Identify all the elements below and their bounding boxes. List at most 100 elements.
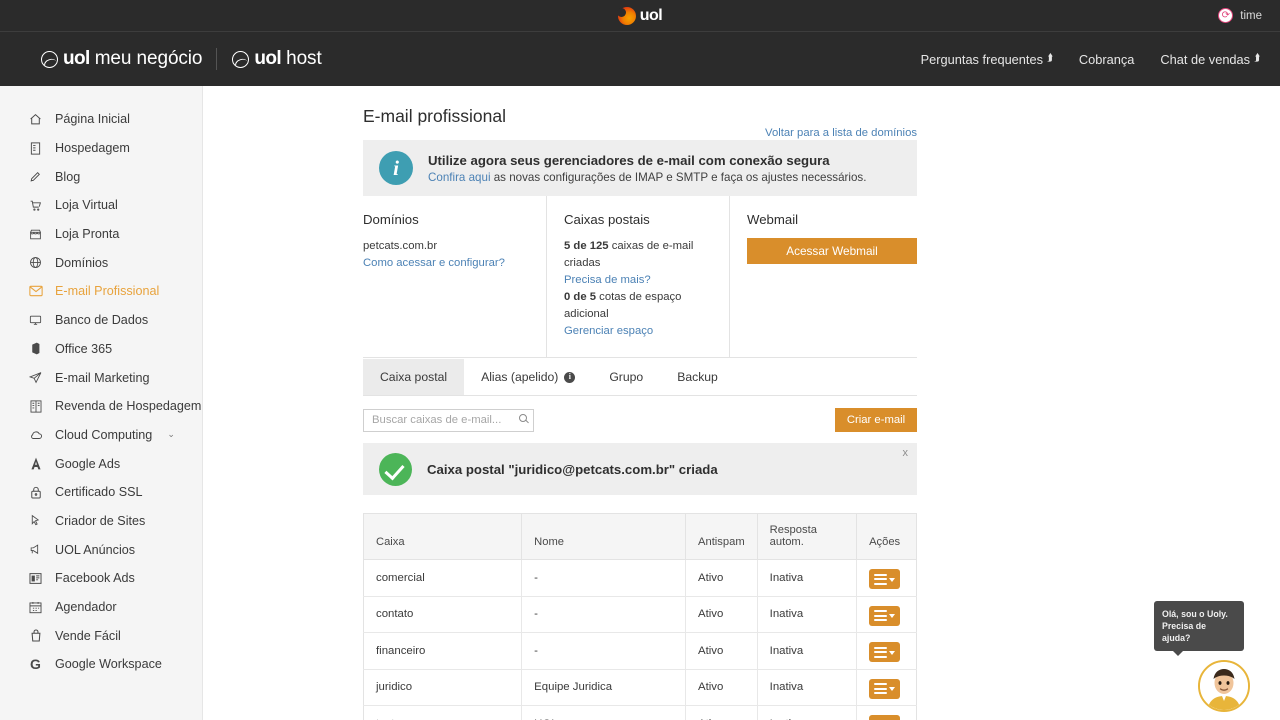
brand-uol-host[interactable]: uol host [216,48,335,70]
gerenciar-espaco-link[interactable]: Gerenciar espaço [564,323,729,340]
sidebar-item-email-profissional[interactable]: E-mail Profissional [0,277,202,306]
tab-grupo[interactable]: Grupo [592,359,660,395]
uol-globe-icon [41,50,58,68]
sidebar-item-facebook-ads[interactable]: Facebook Ads [0,564,202,593]
sidebar-item-google-ads[interactable]: Google Ads [0,449,202,478]
sidebar-item-agendador[interactable]: Agendador [0,593,202,622]
domain-name-value: petcats.com.br [363,240,438,252]
sidebar-item-uol-anuncios[interactable]: UOL Anúncios [0,535,202,564]
table-row[interactable]: financeiro - Ativo Inativa [363,632,917,670]
precisa-de-mais-link[interactable]: Precisa de mais? [564,272,729,289]
sidebar-item-label: Página Inicial [55,112,130,127]
info-banner-subtitle: Confira aqui as novas configurações de I… [428,171,866,184]
sidebar-item-revenda-de-hospedagem[interactable]: Revenda de Hospedagem [0,392,202,421]
tab-alias[interactable]: Alias (apelido) i [464,359,592,395]
criar-email-button[interactable]: Criar e-mail [835,408,917,432]
chevron-down-icon[interactable]: ⌄ [167,429,175,440]
sidebar-item-label: E-mail Profissional [55,284,160,299]
th-resposta-line1: Resposta [769,524,817,536]
sidebar-item-criador-de-sites[interactable]: Criador de Sites [0,507,202,536]
brand-uol-text: uol [254,48,282,69]
office-icon [28,342,43,355]
nav-link-cobranca[interactable]: Cobrança [1079,52,1135,67]
table-row[interactable]: juridico Equipe Juridica Ativo Inativa [363,669,917,706]
summary-mailboxes: Caixas postais 5 de 125 caixas de e-mail… [546,196,729,357]
sidebar-item-office-365[interactable]: Office 365 [0,335,202,364]
tab-caixa-postal[interactable]: Caixa postal [363,359,465,395]
sidebar-item-hospedagem[interactable]: Hospedagem [0,134,202,163]
nav-link-label: Cobrança [1078,52,1135,67]
chat-bubble-line1: Olá, sou o Uoly. [1162,609,1228,619]
cell-resposta: Inativa [757,596,858,633]
row-actions-menu-button[interactable] [869,678,901,699]
nav-link-perguntas-frequentes[interactable]: Perguntas frequentes ⮭ [921,52,1053,67]
info-tooltip-icon[interactable]: i [564,371,576,383]
success-alert: Caixa postal "juridico@petcats.com.br" c… [363,443,917,495]
confira-aqui-link[interactable]: Confira aqui [428,171,491,184]
table-row[interactable]: comercial - Ativo Inativa [363,559,917,597]
row-actions-menu-button[interactable] [869,715,901,720]
sidebar-item-dominios[interactable]: Domínios [0,248,202,277]
page-header: E-mail profissional Voltar para a lista … [363,106,917,140]
navbar-links: Perguntas frequentes ⮭ Cobrança Chat de … [921,32,1260,87]
brand-uol-meu-negocio[interactable]: uol meu negócio [41,48,216,70]
tab-backup[interactable]: Backup [660,359,735,395]
sidebar-item-cloud-computing[interactable]: Cloud Computing ⌄ [0,421,202,450]
main-navbar: uol meu negócio uol host Perguntas frequ… [0,31,1280,86]
sidebar-item-loja-virtual[interactable]: Loja Virtual [0,191,202,220]
sidebar-item-label: Banco de Dados [55,313,149,328]
quota-count-line: 0 de 5 cotas de espaço adicional [564,289,729,323]
nav-link-label: Perguntas frequentes [920,52,1043,67]
th-resposta-autom: Resposta autom. [757,513,858,560]
sidebar-item-pagina-inicial[interactable]: Página Inicial [0,105,202,134]
cell-acoes [856,669,917,706]
search-input[interactable] [363,408,534,432]
tab-label: Grupo [609,370,644,384]
close-icon[interactable]: x [903,448,909,459]
como-acessar-configurar-link[interactable]: Como acessar e configurar? [363,255,546,272]
pen-icon [28,170,43,183]
sidebar-item-label: E-mail Marketing [55,370,150,385]
cell-resposta: Inativa [757,669,858,706]
menu-dropdown-icon [874,610,888,621]
home-icon [28,113,43,126]
cell-acoes [856,596,917,633]
sidebar-item-certificado-ssl[interactable]: Certificado SSL [0,478,202,507]
sidebar-item-blog[interactable]: Blog [0,162,202,191]
sidebar-nav: Página Inicial Hospedagem Blog Loja Virt… [0,86,203,720]
time-label: time [1240,9,1262,22]
sidebar-item-google-workspace[interactable]: G Google Workspace [0,650,202,679]
uol-dot-logo-icon [616,6,636,25]
globe-icon [28,256,43,269]
cell-antispam: Ativo [685,596,758,633]
sidebar-item-label: Hospedagem [55,141,130,156]
envelope-icon [28,285,43,297]
nav-link-chat-de-vendas[interactable]: Chat de vendas ⮭ [1160,52,1260,67]
chat-assistant-widget[interactable]: Olá, sou o Uoly. Precisa de ajuda? [1152,601,1270,712]
sidebar-item-label: Agendador [55,600,117,615]
sidebar-item-banco-de-dados[interactable]: Banco de Dados [0,306,202,335]
database-icon [28,314,43,327]
google-ads-icon [28,457,43,470]
back-to-domain-list-link[interactable]: Voltar para a lista de domínios [765,127,917,139]
acessar-webmail-button[interactable]: Acessar Webmail [747,238,917,264]
sidebar-item-email-marketing[interactable]: E-mail Marketing [0,363,202,392]
cell-acoes [857,706,917,720]
summary-domains-title: Domínios [363,212,419,227]
summary-columns: Domínios petcats.com.br Como acessar e c… [363,196,917,358]
search-box [363,408,534,432]
row-actions-menu-button[interactable] [869,605,901,626]
sidebar-item-loja-pronta[interactable]: Loja Pronta [0,220,202,249]
table-row[interactable]: contato - Ativo Inativa [363,596,917,633]
menu-dropdown-icon [874,646,888,658]
uol-logo[interactable]: uol [616,6,663,25]
row-actions-menu-button[interactable] [869,569,901,589]
external-link-icon: ⮭ [1047,53,1053,64]
uoly-assistant-avatar[interactable] [1198,660,1250,712]
sidebar-item-vende-facil[interactable]: Vende Fácil [0,621,202,650]
sidebar-item-label: Blog [55,169,81,184]
sidebar-item-label: Facebook Ads [55,571,135,586]
table-row[interactable]: teste UOL Ativo Inativa [363,705,917,720]
info-icon: i [379,151,413,185]
row-actions-menu-button[interactable] [869,642,901,662]
